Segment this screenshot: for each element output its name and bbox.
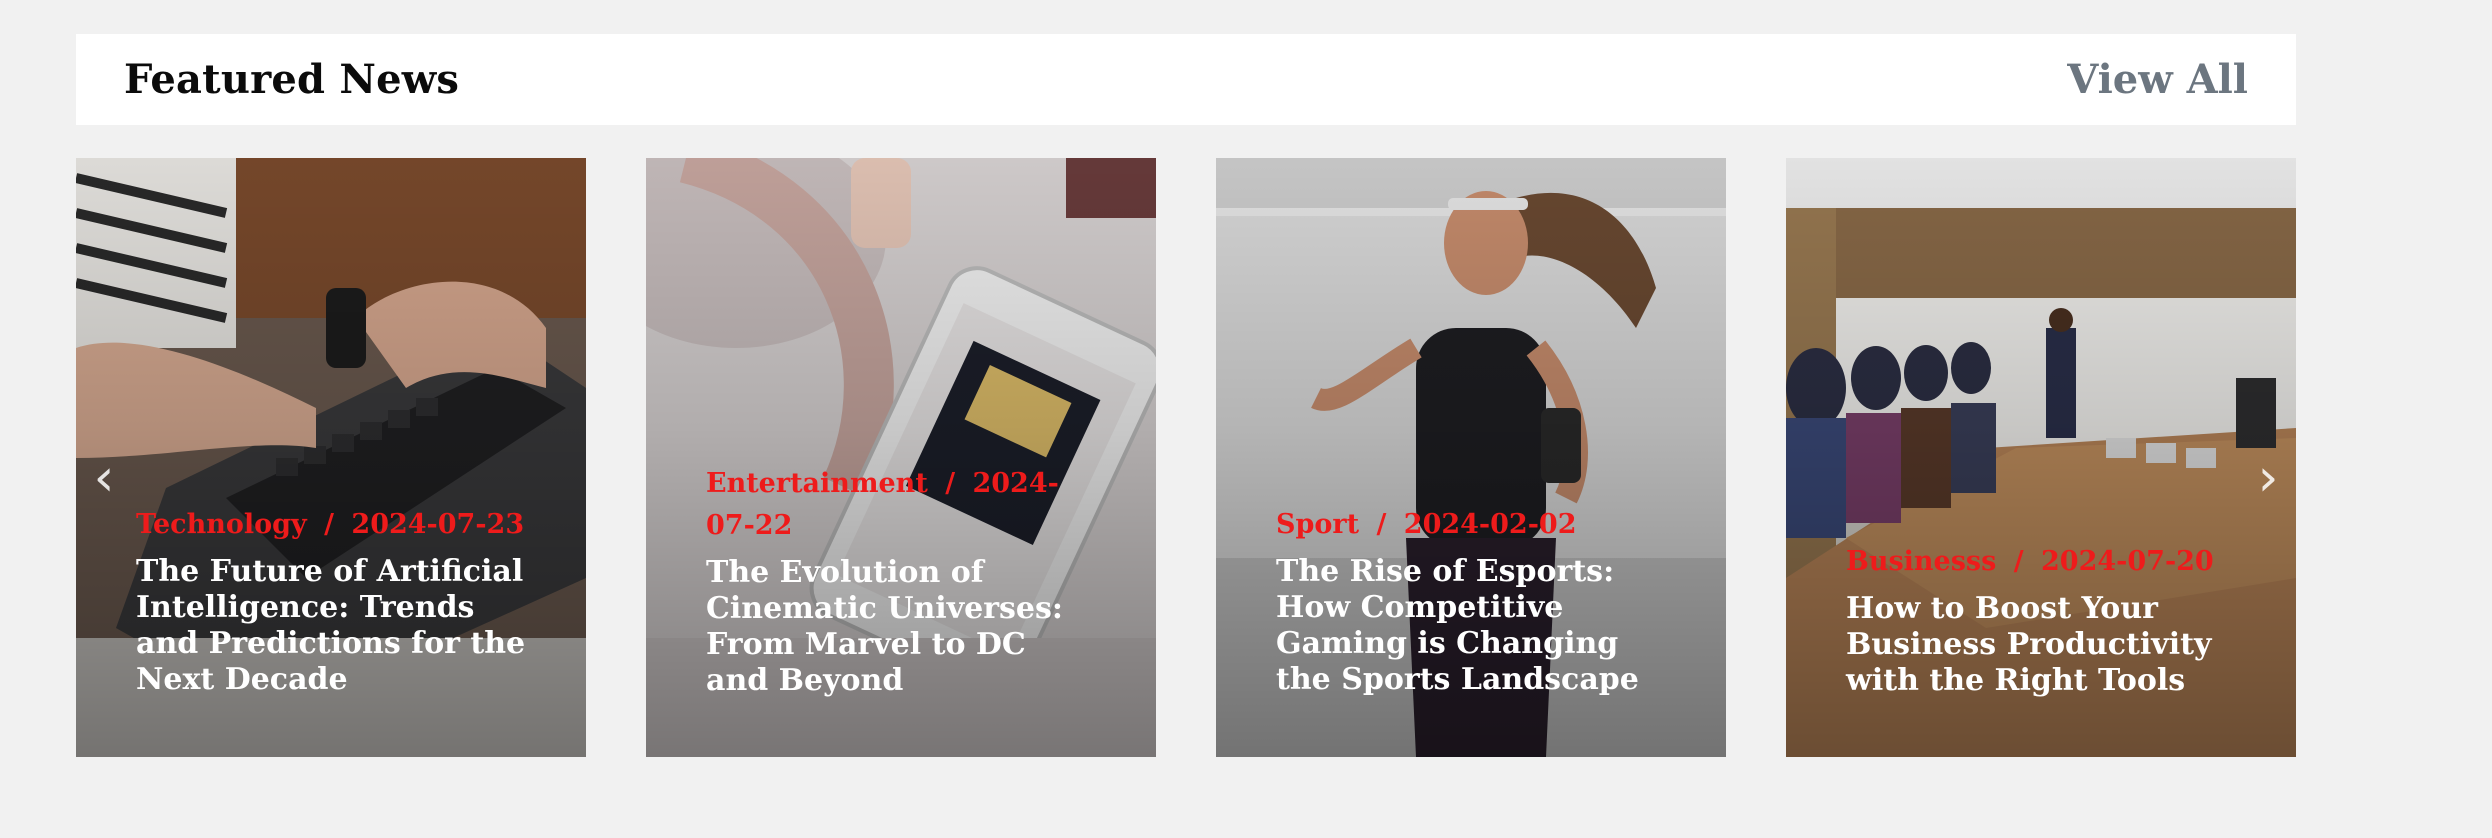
card-category[interactable]: Businesss [1846, 546, 1996, 577]
meta-separator: / [945, 468, 956, 499]
card-date: 2024-02-02 [1403, 509, 1577, 540]
meta-separator: / [324, 509, 334, 540]
card-title[interactable]: The Future of Artificial Intelligence: T… [136, 554, 526, 698]
meta-separator: / [2013, 546, 2024, 577]
view-all-link[interactable]: View All [2067, 56, 2248, 103]
card-date: 2024-07-20 [2041, 546, 2214, 577]
card-title[interactable]: The Rise of Esports: How Competitive Gam… [1276, 554, 1666, 698]
card-category[interactable]: Technology [136, 509, 307, 540]
card-date: 2024-07-23 [351, 509, 525, 540]
chevron-left-icon[interactable]: ‹ [84, 448, 124, 508]
news-card-entertainment[interactable]: Entertainment / 2024-07-22 The Evolution… [646, 158, 1156, 757]
news-card-business[interactable]: Businesss / 2024-07-20 How to Boost Your… [1786, 158, 2296, 757]
news-card-sport[interactable]: Sport / 2024-02-02 The Rise of Esports: … [1216, 158, 1726, 757]
chevron-right-icon[interactable]: › [2248, 448, 2288, 508]
card-title[interactable]: The Evolution of Cinematic Universes: Fr… [706, 555, 1096, 699]
card-category[interactable]: Sport [1276, 509, 1359, 540]
card-title[interactable]: How to Boost Your Business Productivity … [1846, 591, 2236, 699]
featured-news-header: Featured News View All [76, 34, 2296, 125]
section-title: Featured News [124, 56, 460, 103]
news-card-technology[interactable]: Technology / 2024-07-23 The Future of Ar… [76, 158, 586, 757]
card-category[interactable]: Entertainment [706, 468, 928, 499]
meta-separator: / [1376, 509, 1387, 540]
